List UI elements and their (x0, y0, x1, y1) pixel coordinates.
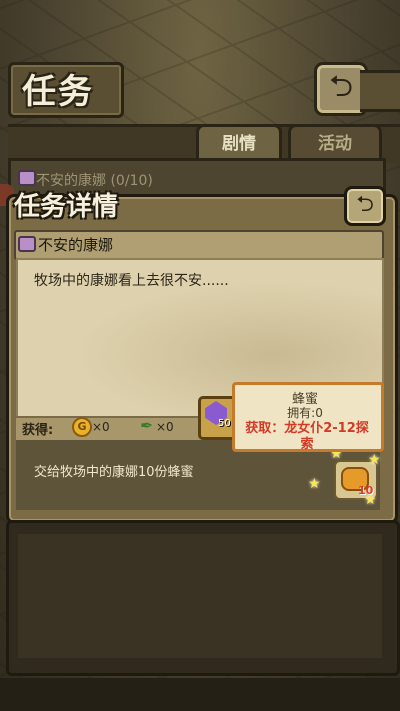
rewards-label: 获得: (22, 423, 54, 438)
dialog-title: 任务详情 (14, 192, 119, 222)
sparkle-icon: ★ (308, 476, 321, 492)
feather-reward-count: ×0 (156, 420, 174, 434)
quest-description: 牧场中的康娜看上去很不安...... (34, 273, 229, 289)
scroll-icon (18, 236, 36, 252)
tab-plot[interactable]: 剧情 (196, 124, 282, 161)
tab-event[interactable]: 活动 (288, 124, 382, 161)
return-arrow-icon: ⮌ (356, 192, 374, 217)
lower-panel-inner (18, 534, 382, 658)
task-requirement: 交给牧场中的康娜10份蜂蜜 (34, 465, 194, 480)
gold-reward-count: ×0 (92, 420, 110, 434)
gold-coin-icon: G (72, 417, 92, 437)
feather-quill-icon: ✒ (140, 416, 154, 435)
return-arrow-icon: ⮌ (328, 69, 354, 104)
top-bar-extension (360, 70, 400, 112)
sparkle-icon: ★ (364, 492, 377, 508)
quest-name: 不安的康娜 (38, 236, 114, 254)
scroll-icon (18, 170, 36, 186)
bottom-strip (0, 678, 400, 711)
tooltip-source-link[interactable]: 获取：龙女仆2-12探索 (240, 421, 374, 453)
sparkle-icon: ★ (368, 452, 381, 468)
gem-reward-count: 50 (218, 418, 231, 429)
tooltip-owned-count: 拥有:0 (287, 406, 323, 420)
dialog-close-button[interactable]: ⮌ (344, 186, 386, 226)
screen-title: 任务 (22, 72, 94, 112)
